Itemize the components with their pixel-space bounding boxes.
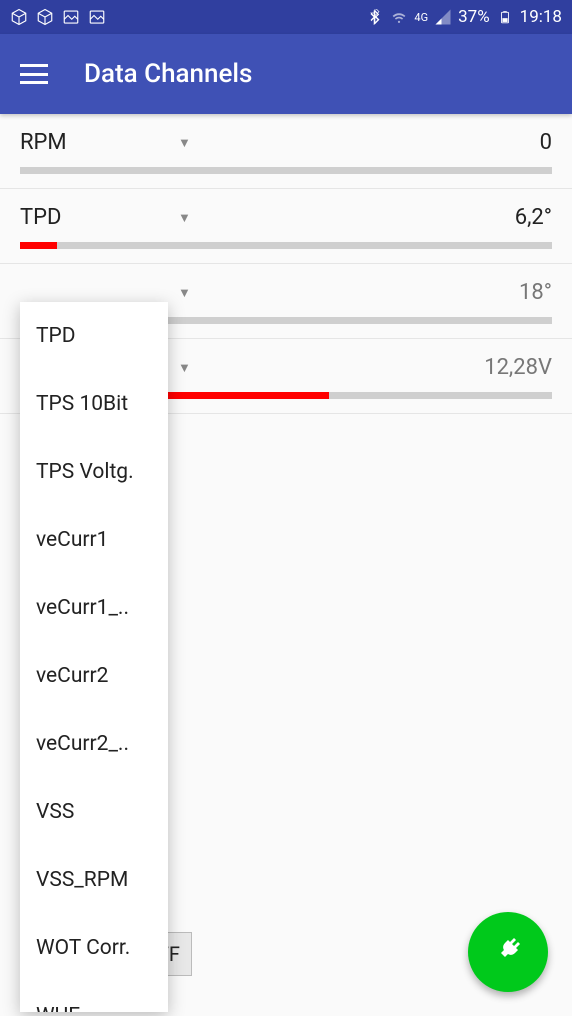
progress-bar	[20, 167, 552, 174]
status-right: 4G 37% 19:18	[366, 7, 562, 27]
channel-value: 6,2°	[515, 205, 552, 230]
status-left	[10, 8, 106, 26]
cube-icon	[36, 8, 54, 26]
dropdown-item[interactable]: TPS 10Bit	[20, 370, 168, 438]
menu-icon[interactable]	[20, 64, 48, 84]
channel-row: TPD ▼ 6,2°	[0, 189, 572, 264]
channel-selector[interactable]: RPM	[20, 130, 170, 155]
time-label: 19:18	[520, 7, 562, 27]
channel-value: 0	[540, 130, 552, 155]
bluetooth-icon	[366, 8, 384, 26]
dropdown-item[interactable]: veCurr1	[20, 506, 168, 574]
page-title: Data Channels	[84, 59, 252, 89]
dropdown-item[interactable]: VSS_RPM	[20, 846, 168, 914]
status-bar: 4G 37% 19:18	[0, 0, 572, 34]
wifi-icon	[390, 8, 408, 26]
dropdown-item[interactable]: TPD	[20, 302, 168, 370]
app-bar: Data Channels	[0, 34, 572, 114]
channel-value: 12,28V	[484, 355, 552, 380]
dropdown-item[interactable]: veCurr1_..	[20, 574, 168, 642]
cube-icon	[10, 8, 28, 26]
plug-icon	[491, 933, 525, 971]
battery-label: 37%	[458, 7, 490, 27]
battery-icon	[496, 8, 514, 26]
image-icon	[88, 8, 106, 26]
dropdown-item[interactable]: veCurr2_..	[20, 710, 168, 778]
channel-selector[interactable]: TPD	[20, 205, 170, 230]
chevron-down-icon[interactable]: ▼	[178, 285, 191, 301]
connect-fab[interactable]	[468, 912, 548, 992]
dropdown-item[interactable]: VSS	[20, 778, 168, 846]
signal-icon	[434, 8, 452, 26]
channel-row: RPM ▼ 0	[0, 114, 572, 189]
progress-bar	[20, 242, 552, 249]
image-icon	[62, 8, 80, 26]
chevron-down-icon[interactable]: ▼	[178, 360, 191, 376]
dropdown-item[interactable]: WOT Corr.	[20, 914, 168, 982]
dropdown-item[interactable]: WUE	[20, 982, 168, 1012]
chevron-down-icon[interactable]: ▼	[178, 135, 191, 151]
chevron-down-icon[interactable]: ▼	[178, 210, 191, 226]
network-label: 4G	[414, 12, 428, 23]
dropdown-item[interactable]: veCurr2	[20, 642, 168, 710]
channel-dropdown: TPDTPS 10BitTPS Voltg.veCurr1veCurr1_..v…	[20, 302, 168, 1012]
dropdown-item[interactable]: TPS Voltg.	[20, 438, 168, 506]
channel-value: 18°	[519, 280, 552, 305]
